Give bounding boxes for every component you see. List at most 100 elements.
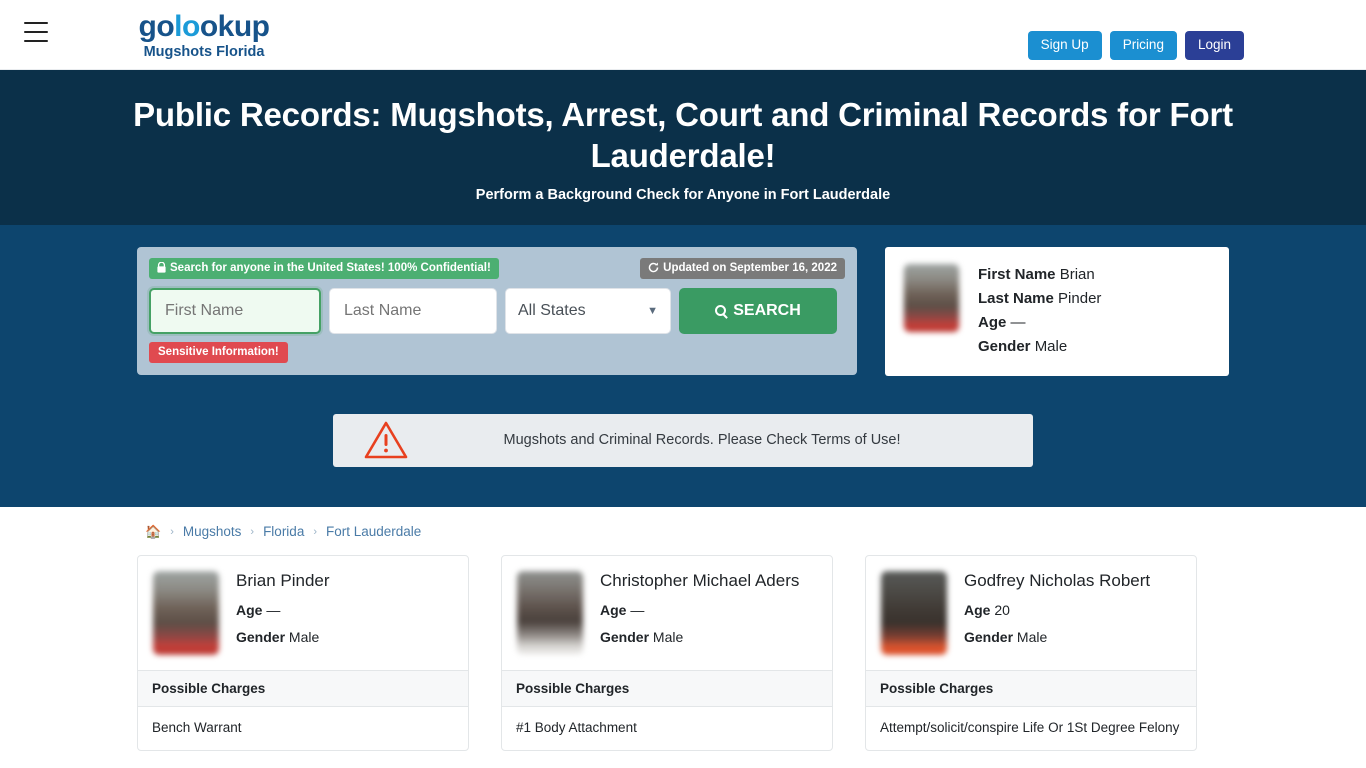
mugshot-thumbnail [153,570,219,655]
login-button[interactable]: Login [1184,31,1244,60]
nav-action-buttons: Sign Up Pricing Login [1027,31,1244,60]
result-gender-row: Gender Male [236,629,330,646]
featured-detail-row: Age — [978,311,1101,335]
sign-up-button[interactable]: Sign Up [1027,31,1102,60]
possible-charges-text: Bench Warrant [138,705,468,750]
hamburger-bar [24,22,48,24]
result-card[interactable]: Godfrey Nicholas Robert Age 20 Gender Ma… [865,554,1197,751]
gender-label: Gender [978,338,1031,356]
search-fields-row: All States ▼ SEARCH [149,287,845,334]
terms-notice-text: Mugshots and Criminal Records. Please Ch… [503,432,901,449]
breadcrumb-item-florida[interactable]: Florida [263,524,304,539]
state-select[interactable]: All States [505,287,671,334]
search-panel: Search for anyone in the United States! … [137,246,857,375]
last-name-label: Last Name [978,289,1054,307]
warning-triangle-icon [364,421,408,459]
hamburger-menu-icon[interactable] [24,22,48,42]
featured-person-card[interactable]: First Name Brian Last Name Pinder Age — … [885,246,1229,376]
pricing-button[interactable]: Pricing [1109,31,1177,60]
result-age-row: Age 20 [964,602,1150,619]
result-age-row: Age — [600,602,799,619]
logo-text-part1: go [138,10,175,43]
gender-label: Gender [964,629,1014,646]
result-gender-row: Gender Male [964,629,1150,646]
first-name-value: Brian [1059,265,1095,283]
logo-subtitle: Mugshots Florida [143,44,265,60]
confidential-badge: Search for anyone in the United States! … [149,257,499,279]
gender-value: Male [1034,338,1068,356]
age-value: 20 [994,602,1010,619]
hero-banner: Public Records: Mugshots, Arrest, Court … [0,70,1366,225]
search-row: Search for anyone in the United States! … [137,246,1229,376]
age-label: Age [978,314,1007,332]
result-card-info: Brian Pinder Age — Gender Male [236,570,330,646]
possible-charges-header: Possible Charges [502,669,832,706]
result-card-header: Brian Pinder Age — Gender Male [138,556,468,670]
age-label: Age [236,602,263,619]
result-card-header: Christopher Michael Aders Age — Gender M… [502,556,832,670]
search-button[interactable]: SEARCH [679,287,837,334]
hamburger-bar [24,31,48,33]
featured-detail-row: First Name Brian [978,263,1101,287]
breadcrumb-item-fort-lauderdale[interactable]: Fort Lauderdale [326,524,421,539]
gender-label: Gender [236,629,286,646]
notice-section: Mugshots and Criminal Records. Please Ch… [0,413,1366,507]
possible-charges-text: Attempt/solicit/conspire Life Or 1St Deg… [866,705,1196,750]
result-card-info: Christopher Michael Aders Age — Gender M… [600,570,799,646]
top-navigation-bar: golookup Mugshots Florida Sign Up Pricin… [0,0,1366,70]
first-name-label: First Name [978,265,1056,283]
result-card-info: Godfrey Nicholas Robert Age 20 Gender Ma… [964,570,1150,646]
result-card[interactable]: Christopher Michael Aders Age — Gender M… [501,554,833,751]
age-label: Age [600,602,627,619]
result-gender-row: Gender Male [600,629,799,646]
sensitive-information-badge: Sensitive Information! [149,341,288,363]
terms-notice-bar: Mugshots and Criminal Records. Please Ch… [333,413,1033,467]
first-name-input[interactable] [149,287,321,334]
result-age-row: Age — [236,602,330,619]
result-person-name[interactable]: Brian Pinder [236,571,330,591]
possible-charges-header: Possible Charges [866,669,1196,706]
site-logo[interactable]: golookup Mugshots Florida [134,12,274,60]
search-button-label: SEARCH [733,301,801,319]
mugshot-thumbnail [881,570,947,655]
age-value: — [266,602,281,619]
mugshot-thumbnail [517,570,583,655]
breadcrumb-separator: › [313,525,317,538]
results-section: 🏠 › Mugshots › Florida › Fort Lauderdale… [0,506,1366,768]
age-label: Age [964,602,991,619]
breadcrumb-item-mugshots[interactable]: Mugshots [183,524,242,539]
age-value: — [630,602,645,619]
gender-value: Male [652,629,684,646]
result-card[interactable]: Brian Pinder Age — Gender Male Possible … [137,554,469,751]
featured-detail-row: Last Name Pinder [978,287,1101,311]
page-subtitle: Perform a Background Check for Anyone in… [475,186,891,203]
lock-icon [157,262,166,273]
possible-charges-header: Possible Charges [138,669,468,706]
age-value: — [1010,314,1026,332]
magnifier-icon [715,305,727,316]
state-select-wrapper: All States ▼ [505,287,671,334]
logo-text-part2: okup [199,10,270,43]
breadcrumb-separator: › [170,525,174,538]
featured-person-details: First Name Brian Last Name Pinder Age — … [978,263,1101,360]
search-section: Search for anyone in the United States! … [0,224,1366,414]
confidential-badge-label: Search for anyone in the United States! … [170,261,491,274]
result-person-name[interactable]: Christopher Michael Aders [600,571,799,591]
search-panel-badges: Search for anyone in the United States! … [149,257,845,279]
gender-value: Male [1016,629,1048,646]
home-icon[interactable]: 🏠 [145,524,161,540]
gender-label: Gender [600,629,650,646]
breadcrumb-separator: › [250,525,255,538]
logo-lens-icon: lo [174,10,200,43]
result-person-name[interactable]: Godfrey Nicholas Robert [964,571,1150,591]
logo-wordmark: golookup [134,12,274,42]
breadcrumb: 🏠 › Mugshots › Florida › Fort Lauderdale [137,524,1229,540]
result-card-header: Godfrey Nicholas Robert Age 20 Gender Ma… [866,556,1196,670]
last-name-value: Pinder [1058,289,1102,307]
featured-detail-row: Gender Male [978,335,1101,359]
mugshot-thumbnail [903,263,960,332]
hamburger-bar [24,40,48,42]
page-title: Public Records: Mugshots, Arrest, Court … [133,96,1233,175]
updated-badge-label: Updated on September 16, 2022 [663,261,837,274]
last-name-input[interactable] [329,287,497,334]
